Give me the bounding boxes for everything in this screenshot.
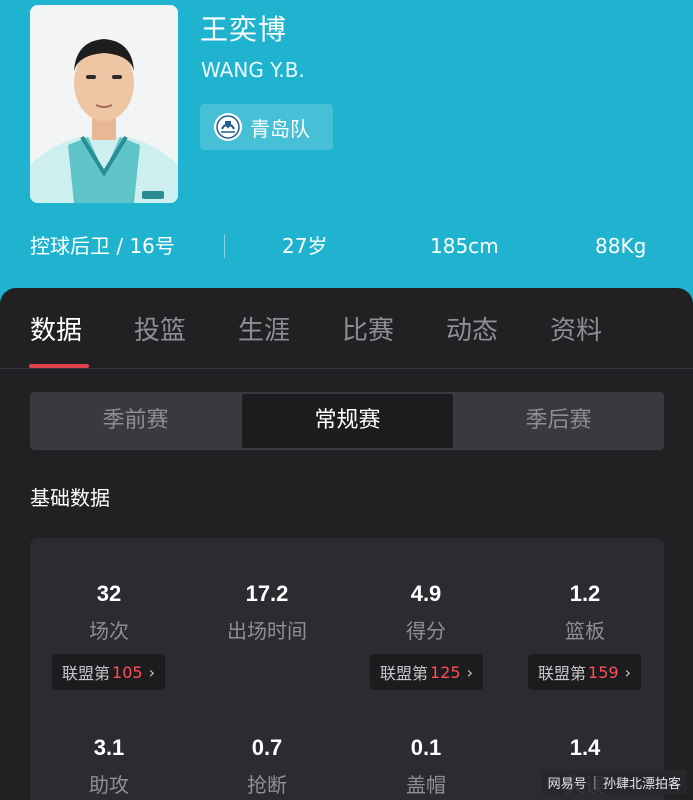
segment-preseason[interactable]: 季前赛 — [30, 392, 241, 450]
basic-stats-card: 32 场次 联盟第 105 › 17.2 出场时间 4.9 得分 联盟第 125… — [30, 538, 664, 800]
stat-label: 出场时间 — [227, 619, 307, 643]
segment-regular-season[interactable]: 常规赛 — [242, 394, 453, 448]
stat-label: 得分 — [406, 619, 446, 643]
stat-value: 32 — [96, 581, 122, 606]
chevron-right-icon: › — [466, 662, 473, 682]
team-logo-icon — [214, 113, 242, 141]
rank-number: 105 — [112, 662, 143, 682]
stats-panel: 数据 投篮 生涯 比赛 动态 资料 季前赛 常规赛 季后赛 基础数据 32 场次… — [0, 288, 693, 800]
tab-profile[interactable]: 资料 — [550, 310, 602, 347]
stat-rebounds: 1.2 篮板 — [510, 580, 660, 644]
player-weight: 88Kg — [595, 234, 647, 258]
stat-value: 3.1 — [93, 735, 125, 760]
tab-career[interactable]: 生涯 — [238, 310, 290, 347]
tabs-divider — [0, 368, 693, 369]
rank-points-button[interactable]: 联盟第 125 › — [370, 654, 483, 690]
position-number: 控球后卫 / 16号 — [30, 234, 175, 258]
tab-shooting[interactable]: 投篮 — [134, 310, 186, 347]
team-name: 青岛队 — [250, 116, 310, 141]
stat-points: 4.9 得分 — [351, 580, 501, 644]
stat-value: 1.2 — [569, 581, 601, 606]
player-age: 27岁 — [282, 234, 328, 258]
stat-value: 0.7 — [251, 735, 283, 760]
watermark-separator: | — [592, 774, 597, 790]
stat-label: 助攻 — [89, 773, 129, 797]
info-divider — [224, 234, 225, 258]
watermark-source: 网易号 — [547, 776, 587, 792]
player-photo — [30, 5, 178, 203]
tab-games[interactable]: 比赛 — [342, 310, 394, 347]
rank-number: 125 — [430, 662, 461, 682]
rank-prefix: 联盟第 — [538, 664, 587, 683]
player-name-en: WANG Y.B. — [201, 58, 305, 82]
player-height: 185cm — [430, 234, 499, 258]
stat-value: 4.9 — [410, 581, 442, 606]
rank-games-button[interactable]: 联盟第 105 › — [52, 654, 165, 690]
tab-bar: 数据 投篮 生涯 比赛 动态 资料 — [0, 288, 693, 368]
section-title: 基础数据 — [30, 486, 110, 510]
stat-assists: 3.1 助攻 — [34, 734, 184, 798]
watermark-author: 孙肆北漂拍客 — [602, 776, 681, 792]
stat-games: 32 场次 — [34, 580, 184, 644]
team-badge[interactable]: 青岛队 — [200, 104, 333, 150]
rank-prefix: 联盟第 — [380, 664, 429, 683]
stat-value: 1.4 — [569, 735, 601, 760]
stat-blocks: 0.1 盖帽 — [351, 734, 501, 798]
player-info-row: 控球后卫 / 16号 27岁 185cm 88Kg — [0, 228, 693, 264]
player-portrait-image — [30, 5, 178, 203]
stat-minutes: 17.2 出场时间 — [192, 580, 342, 644]
tab-news[interactable]: 动态 — [446, 310, 498, 347]
stat-label: 场次 — [89, 619, 129, 643]
chevron-right-icon: › — [624, 662, 631, 682]
stat-label: 盖帽 — [406, 773, 446, 797]
season-segment-control: 季前赛 常规赛 季后赛 — [30, 392, 664, 450]
rank-number: 159 — [588, 662, 619, 682]
rank-prefix: 联盟第 — [62, 664, 111, 683]
segment-playoffs[interactable]: 季后赛 — [453, 392, 664, 450]
tab-data[interactable]: 数据 — [30, 310, 82, 347]
rank-rebounds-button[interactable]: 联盟第 159 › — [528, 654, 641, 690]
stat-label: 篮板 — [565, 619, 605, 643]
stat-value: 0.1 — [410, 735, 442, 760]
player-header: 王奕博 WANG Y.B. 青岛队 控球后卫 / 16号 27岁 185cm 8… — [0, 0, 693, 300]
player-name-cn: 王奕博 — [200, 13, 288, 46]
stat-label: 抢断 — [247, 773, 287, 797]
watermark: 网易号 | 孙肆北漂拍客 — [541, 770, 687, 794]
stat-value: 17.2 — [245, 581, 289, 606]
chevron-right-icon: › — [148, 662, 155, 682]
stat-steals: 0.7 抢断 — [192, 734, 342, 798]
